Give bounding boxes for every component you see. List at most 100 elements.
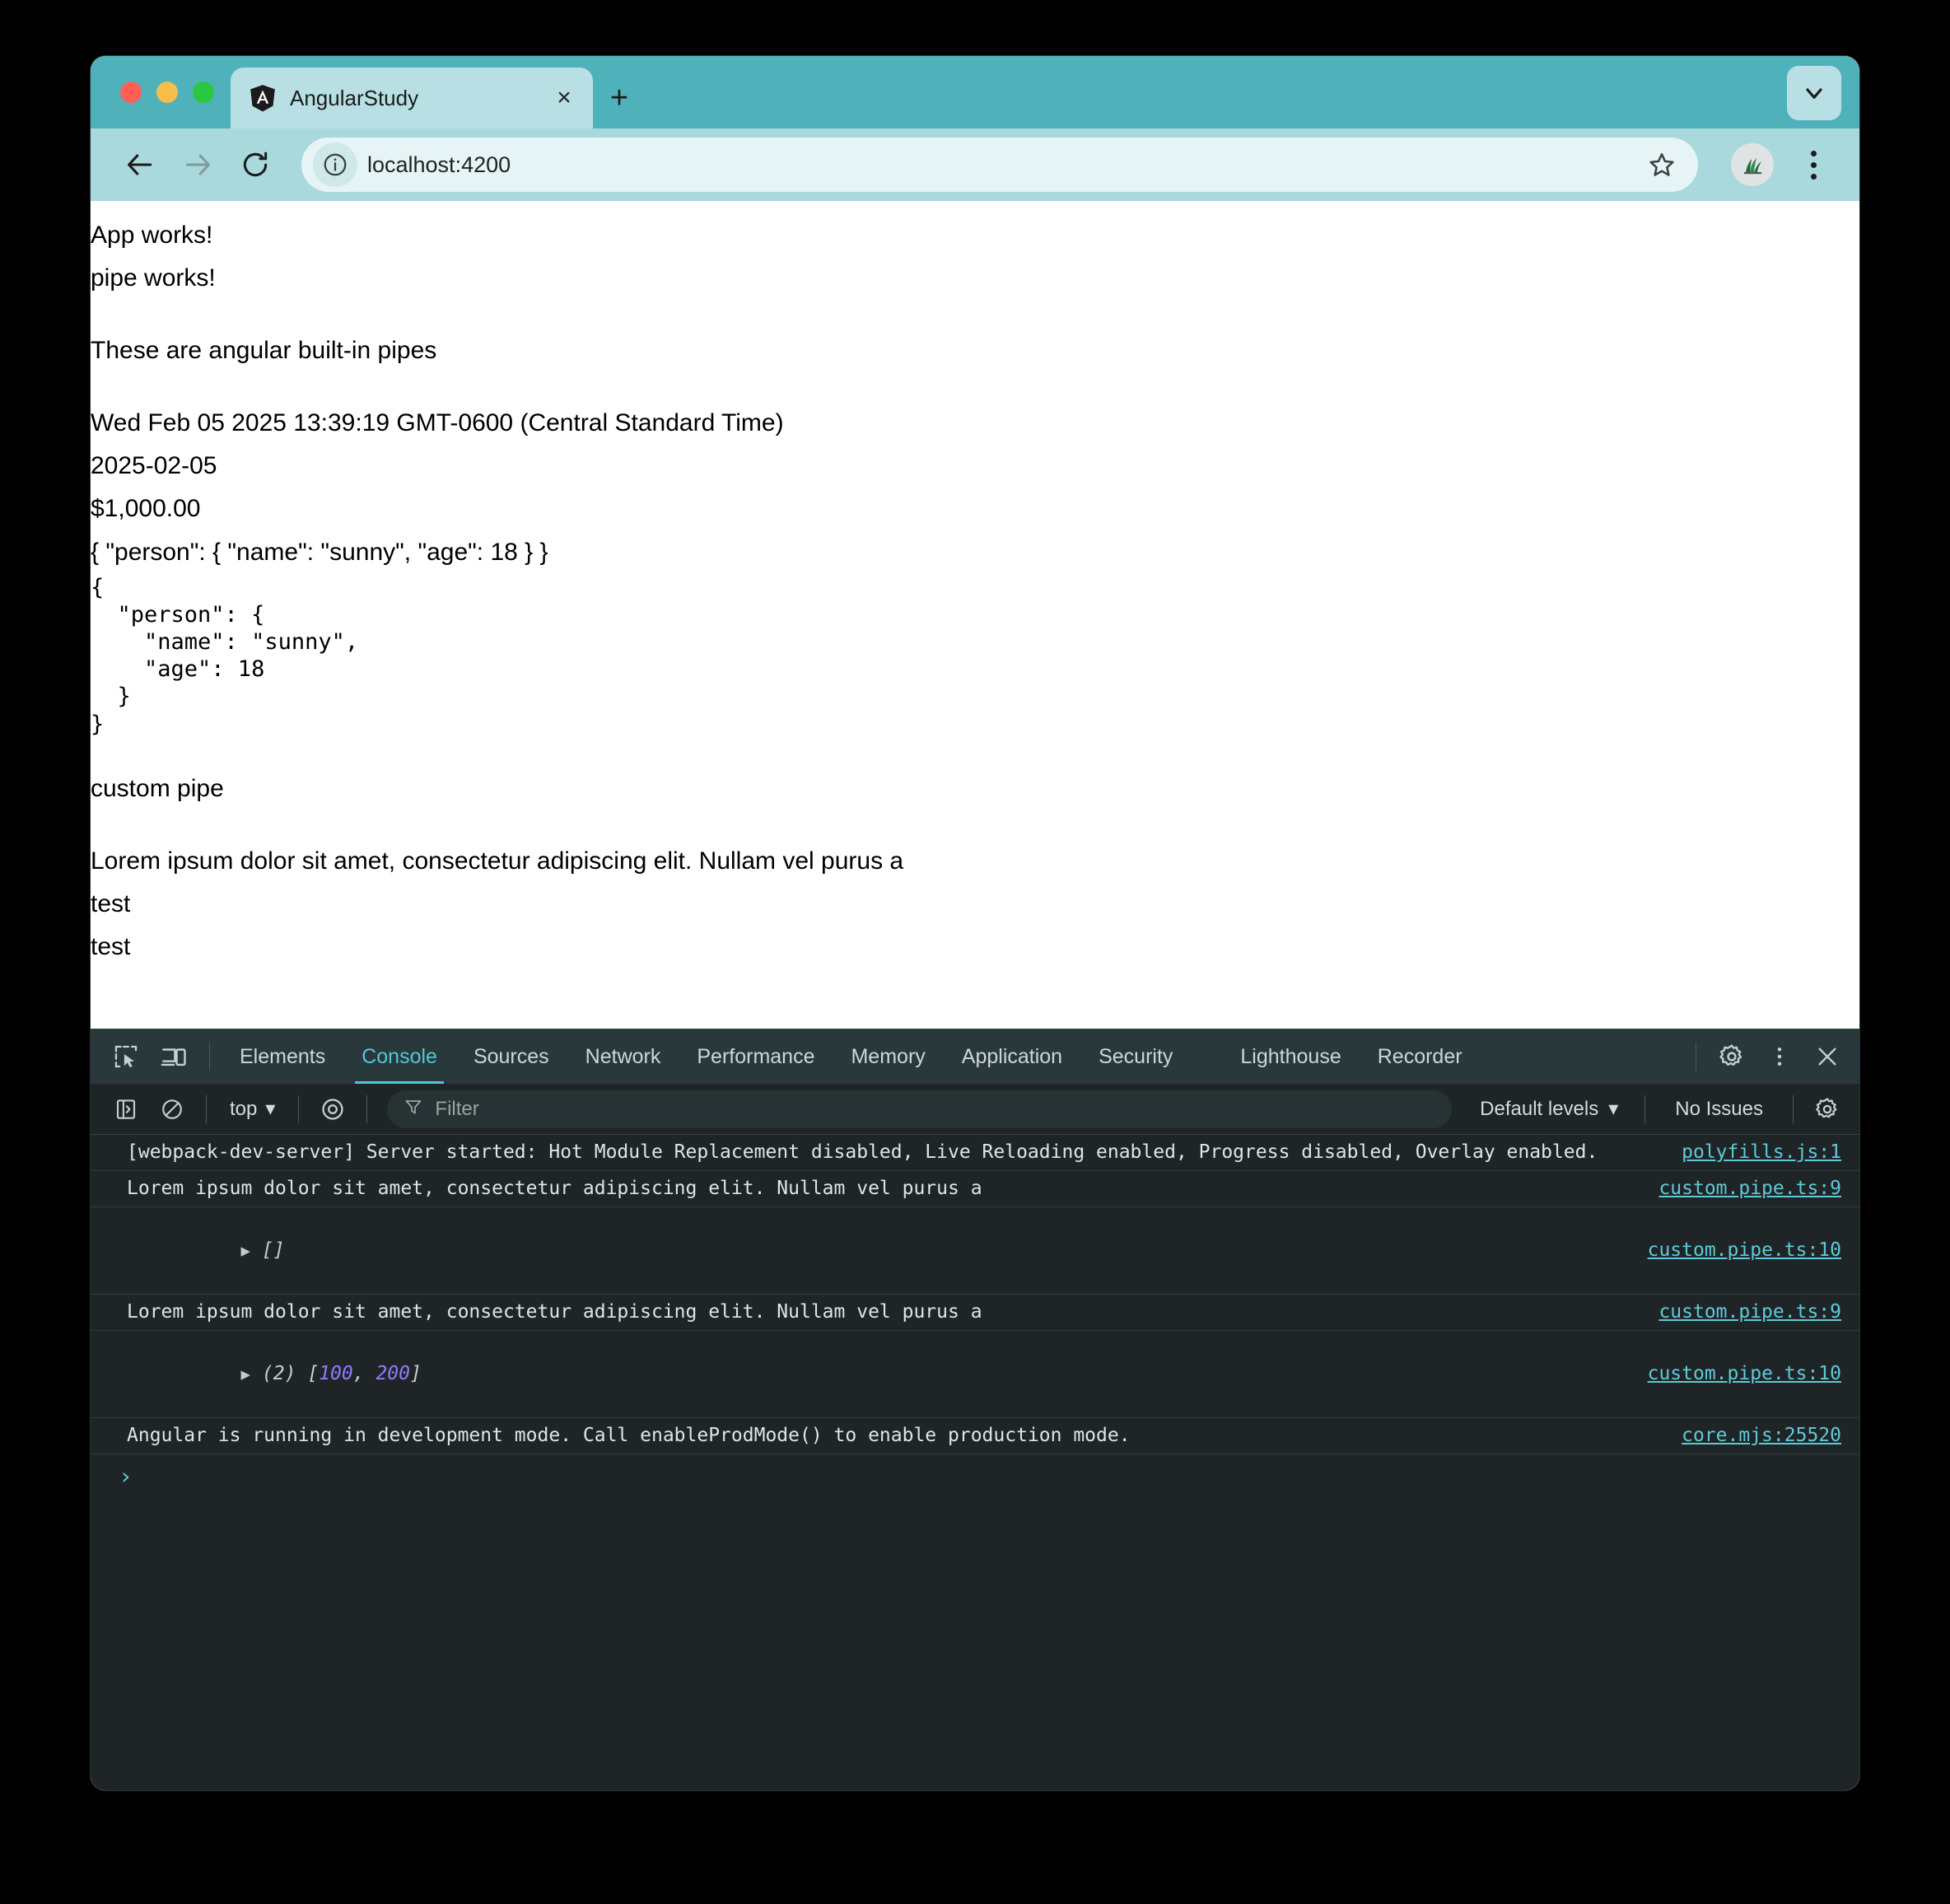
divider	[1644, 1094, 1646, 1123]
page-spacer	[91, 372, 1859, 402]
close-window-button[interactable]	[120, 82, 142, 103]
tab-lighthouse[interactable]: Lighthouse	[1224, 1029, 1357, 1084]
angular-logo-icon	[249, 84, 277, 112]
tab-elements[interactable]: Elements	[223, 1029, 342, 1084]
maximize-window-button[interactable]	[193, 82, 214, 103]
device-toolbar-icon[interactable]	[152, 1034, 196, 1079]
tab-security[interactable]: Security	[1082, 1029, 1189, 1084]
gear-icon[interactable]	[1710, 1034, 1754, 1079]
tab-application[interactable]: Application	[945, 1029, 1079, 1084]
tab-sources[interactable]: Sources	[457, 1029, 566, 1084]
close-icon[interactable]: ×	[550, 84, 578, 112]
back-arrow-icon[interactable]	[114, 138, 166, 191]
issues-counter[interactable]: No Issues	[1657, 1098, 1781, 1121]
execution-context-selector[interactable]: top ▾	[218, 1091, 287, 1127]
page-line-currency: $1,000.00	[91, 495, 201, 523]
console-input-prompt[interactable]: ›	[91, 1454, 1859, 1498]
chevron-down-icon: ▾	[1608, 1098, 1619, 1120]
expand-triangle-icon[interactable]: ▶	[240, 1241, 250, 1262]
chevron-down-icon[interactable]	[1787, 66, 1841, 120]
tab-strip: AngularStudy × +	[91, 56, 1859, 128]
page-line-test-2: test	[91, 933, 131, 961]
page-spacer	[91, 810, 1859, 840]
console-message-text: Lorem ipsum dolor sit amet, consectetur …	[127, 1301, 982, 1323]
divider	[298, 1094, 300, 1123]
expand-triangle-icon[interactable]: ▶	[240, 1365, 250, 1386]
page-line-pipe-works: pipe works!	[91, 264, 216, 292]
tab-memory[interactable]: Memory	[834, 1029, 941, 1084]
browser-navigation-toolbar: localhost:4200	[91, 128, 1859, 201]
console-message-source-link[interactable]: custom.pipe.ts:9	[1639, 1176, 1841, 1202]
console-sidebar-icon[interactable]	[104, 1087, 148, 1132]
page-json-block: { "person": { "name": "sunny", "age": 18…	[91, 574, 359, 737]
page-line-lorem: Lorem ipsum dolor sit amet, consectetur …	[91, 847, 904, 875]
page-line-date-full: Wed Feb 05 2025 13:39:19 GMT-0600 (Centr…	[91, 409, 784, 437]
three-dot-menu-icon[interactable]	[1757, 1034, 1802, 1079]
browser-tab-title: AngularStudy	[290, 85, 419, 110]
tab-console[interactable]: Console	[345, 1029, 454, 1084]
console-filter-placeholder: Filter	[435, 1097, 479, 1120]
console-message-row[interactable]: Lorem ipsum dolor sit amet, consectetur …	[91, 1171, 1859, 1208]
address-bar[interactable]: localhost:4200	[301, 138, 1698, 192]
live-expression-eye-icon[interactable]	[310, 1087, 355, 1132]
console-array-item: 200	[376, 1363, 410, 1385]
log-levels-label: Default levels	[1480, 1097, 1599, 1120]
window-traffic-lights	[91, 56, 231, 128]
close-icon[interactable]	[1805, 1034, 1850, 1079]
console-array-value: []	[261, 1239, 285, 1262]
divider	[206, 1094, 207, 1123]
divider	[366, 1094, 368, 1123]
reload-icon[interactable]	[229, 138, 282, 191]
tab-network[interactable]: Network	[569, 1029, 678, 1084]
devtools-tab-bar: Elements Console Sources Network Perform…	[91, 1029, 1859, 1084]
console-message-row[interactable]: Angular is running in development mode. …	[91, 1418, 1859, 1455]
console-message-source-link[interactable]: polyfills.js:1	[1662, 1140, 1841, 1165]
console-message-object: ▶ (2) [100, 200]	[240, 1363, 422, 1386]
tab-recorder[interactable]: Recorder	[1361, 1029, 1479, 1084]
console-message-source-link[interactable]: custom.pipe.ts:10	[1628, 1361, 1841, 1387]
page-line-app-works: App works!	[91, 222, 213, 249]
page-viewport: App works! pipe works! These are angular…	[91, 201, 1859, 1029]
forward-arrow-icon[interactable]	[171, 138, 224, 191]
console-message-source-link[interactable]: core.mjs:25520	[1662, 1423, 1841, 1449]
console-message-object: ▶ []	[127, 1212, 1628, 1289]
console-settings-gear-icon[interactable]	[1805, 1087, 1850, 1132]
console-message-row[interactable]: ▶ [] custom.pipe.ts:10	[91, 1207, 1859, 1295]
address-bar-url: localhost:4200	[367, 152, 511, 177]
inspect-element-icon[interactable]	[104, 1034, 148, 1079]
console-message-row[interactable]: ▶ (2) [100, 200] custom.pipe.ts:10	[91, 1331, 1859, 1419]
filter-funnel-icon	[404, 1097, 423, 1121]
browser-tab-angularstudy[interactable]: AngularStudy ×	[231, 68, 593, 128]
page-line-custom-pipe-heading: custom pipe	[91, 774, 224, 802]
page-line-date-short: 2025-02-05	[91, 452, 217, 480]
new-tab-button[interactable]: +	[593, 68, 646, 128]
divider	[1793, 1094, 1794, 1123]
console-message-text: Angular is running in development mode. …	[127, 1425, 1131, 1447]
console-message-row[interactable]: Lorem ipsum dolor sit amet, consectetur …	[91, 1295, 1859, 1332]
page-line-json-inline: { "person": { "name": "sunny", "age": 18…	[91, 538, 548, 566]
console-message-list: [webpack-dev-server] Server started: Hot…	[91, 1135, 1859, 1790]
chevron-down-icon: ▾	[265, 1098, 276, 1120]
clear-console-icon[interactable]	[150, 1087, 194, 1132]
page-content: App works! pipe works! These are angular…	[91, 214, 1859, 968]
minimize-window-button[interactable]	[156, 82, 178, 103]
console-message-source-link[interactable]: custom.pipe.ts:9	[1639, 1300, 1841, 1325]
console-message-row[interactable]: [webpack-dev-server] Server started: Hot…	[91, 1135, 1859, 1172]
profile-avatar[interactable]	[1731, 143, 1774, 186]
console-array-item: 100	[319, 1363, 353, 1385]
console-filter-input[interactable]: Filter	[387, 1090, 1453, 1128]
devtools-panel: Elements Console Sources Network Perform…	[91, 1029, 1859, 1790]
console-message-text: [webpack-dev-server] Server started: Hot…	[127, 1141, 1598, 1163]
three-dot-menu-icon[interactable]	[1790, 138, 1836, 191]
log-levels-selector[interactable]: Default levels ▾	[1465, 1091, 1633, 1127]
console-message-source-link[interactable]: custom.pipe.ts:10	[1628, 1238, 1841, 1263]
star-icon[interactable]	[1637, 140, 1686, 189]
console-array-length: (2)	[261, 1363, 296, 1385]
prompt-caret-icon: ›	[119, 1463, 133, 1491]
tab-performance[interactable]: Performance	[680, 1029, 831, 1084]
page-line-builtin-pipes-heading: These are angular built-in pipes	[91, 337, 437, 365]
info-circle-icon[interactable]	[313, 142, 357, 187]
console-toolbar: top ▾ Filter Default levels ▾ No Issues	[91, 1084, 1859, 1135]
divider	[209, 1043, 210, 1071]
execution-context-label: top	[230, 1097, 258, 1120]
